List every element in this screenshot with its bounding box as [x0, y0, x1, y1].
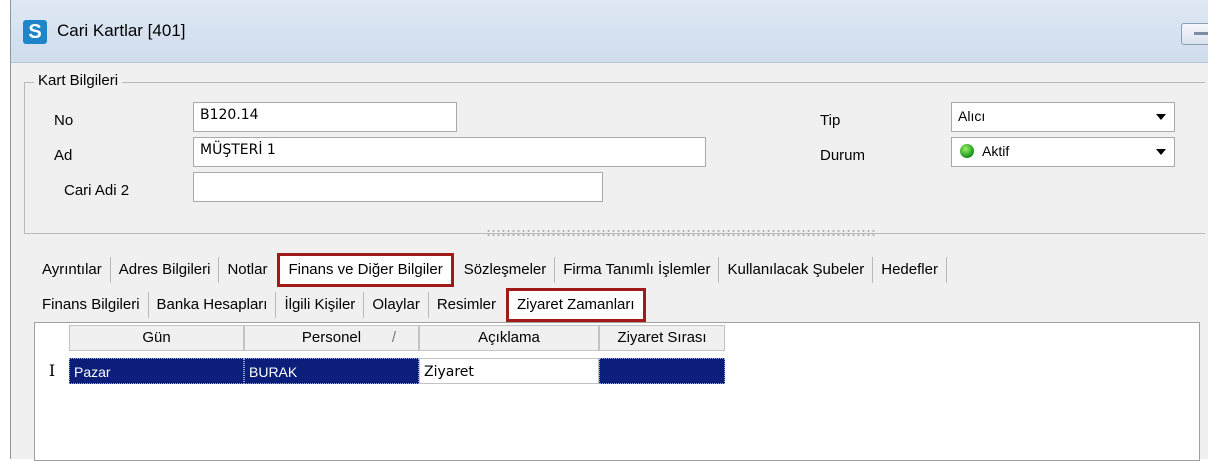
- tab-adres-bilgileri[interactable]: Adres Bilgileri: [111, 257, 220, 283]
- durum-selected-value: Aktif: [982, 143, 1010, 159]
- sub-tab-bar: Finans Bilgileri Banka Hesapları İlgili …: [34, 288, 648, 322]
- main-tab-bar: Ayrıntılar Adres Bilgileri Notlar Finans…: [34, 253, 947, 287]
- status-active-icon: [960, 144, 974, 158]
- column-header-personel[interactable]: Personel /: [244, 325, 419, 351]
- splitter-handle[interactable]: [486, 229, 876, 237]
- tab-sozlesmeler[interactable]: Sözleşmeler: [456, 257, 556, 283]
- tab-ayrintilar[interactable]: Ayrıntılar: [34, 257, 111, 283]
- cell-gun[interactable]: Pazar: [69, 358, 244, 384]
- durum-select[interactable]: Aktif: [951, 137, 1175, 167]
- tab-firma-tanimli-islemler[interactable]: Firma Tanımlı İşlemler: [555, 257, 720, 283]
- column-header-aciklama[interactable]: Açıklama: [419, 325, 599, 351]
- tab-finans-ve-diger-bilgiler[interactable]: Finans ve Diğer Bilgiler: [277, 253, 454, 287]
- tab-resimler[interactable]: Resimler: [429, 292, 504, 318]
- durum-label: Durum: [820, 147, 866, 164]
- tab-ilgili-kisiler[interactable]: İlgili Kişiler: [276, 292, 365, 318]
- tab-banka-hesaplari[interactable]: Banka Hesapları: [149, 292, 277, 318]
- ad-label: Ad: [54, 147, 73, 164]
- chevron-down-icon[interactable]: [1156, 114, 1166, 120]
- cari-adi-2-field[interactable]: [193, 172, 603, 202]
- sort-indicator-icon: /: [391, 329, 396, 346]
- tab-ziyaret-zamanlari[interactable]: Ziyaret Zamanları: [506, 288, 646, 322]
- tab-finans-bilgileri[interactable]: Finans Bilgileri: [34, 292, 149, 318]
- chevron-down-icon[interactable]: [1156, 149, 1166, 155]
- cell-ziyaret-sirasi[interactable]: [599, 358, 725, 384]
- column-header-personel-label: Personel: [301, 329, 362, 346]
- cell-aciklama[interactable]: Ziyaret: [419, 358, 599, 384]
- cari-adi-2-label: Cari Adi 2: [64, 182, 130, 199]
- ziyaret-zamanlari-grid[interactable]: Gün Personel / Açıklama Ziyaret Sırası I…: [34, 322, 1200, 461]
- ad-field[interactable]: MÜŞTERİ 1: [193, 137, 706, 167]
- app-logo-icon: S: [23, 20, 47, 44]
- kart-bilgileri-legend: Kart Bilgileri: [34, 72, 123, 89]
- minimize-button[interactable]: [1181, 23, 1208, 45]
- no-label: No: [54, 112, 74, 129]
- title-bar: S Cari Kartlar [401]: [11, 0, 1208, 63]
- tip-select[interactable]: Alıcı: [951, 102, 1175, 132]
- row-edit-indicator-icon: I: [48, 361, 56, 380]
- tip-selected-value: Alıcı: [958, 108, 986, 124]
- tip-label: Tip: [820, 112, 841, 129]
- no-field[interactable]: B120.14: [193, 102, 457, 132]
- tab-olaylar[interactable]: Olaylar: [364, 292, 429, 318]
- column-header-gun[interactable]: Gün: [69, 325, 244, 351]
- tab-hedefler[interactable]: Hedefler: [873, 257, 947, 283]
- tab-kullanilacak-subeler[interactable]: Kullanılacak Şubeler: [719, 257, 874, 283]
- cell-personel[interactable]: BURAK: [244, 358, 419, 384]
- tab-notlar[interactable]: Notlar: [219, 257, 275, 283]
- column-header-ziyaret-sirasi[interactable]: Ziyaret Sırası: [599, 325, 725, 351]
- window-title: Cari Kartlar [401]: [57, 21, 186, 40]
